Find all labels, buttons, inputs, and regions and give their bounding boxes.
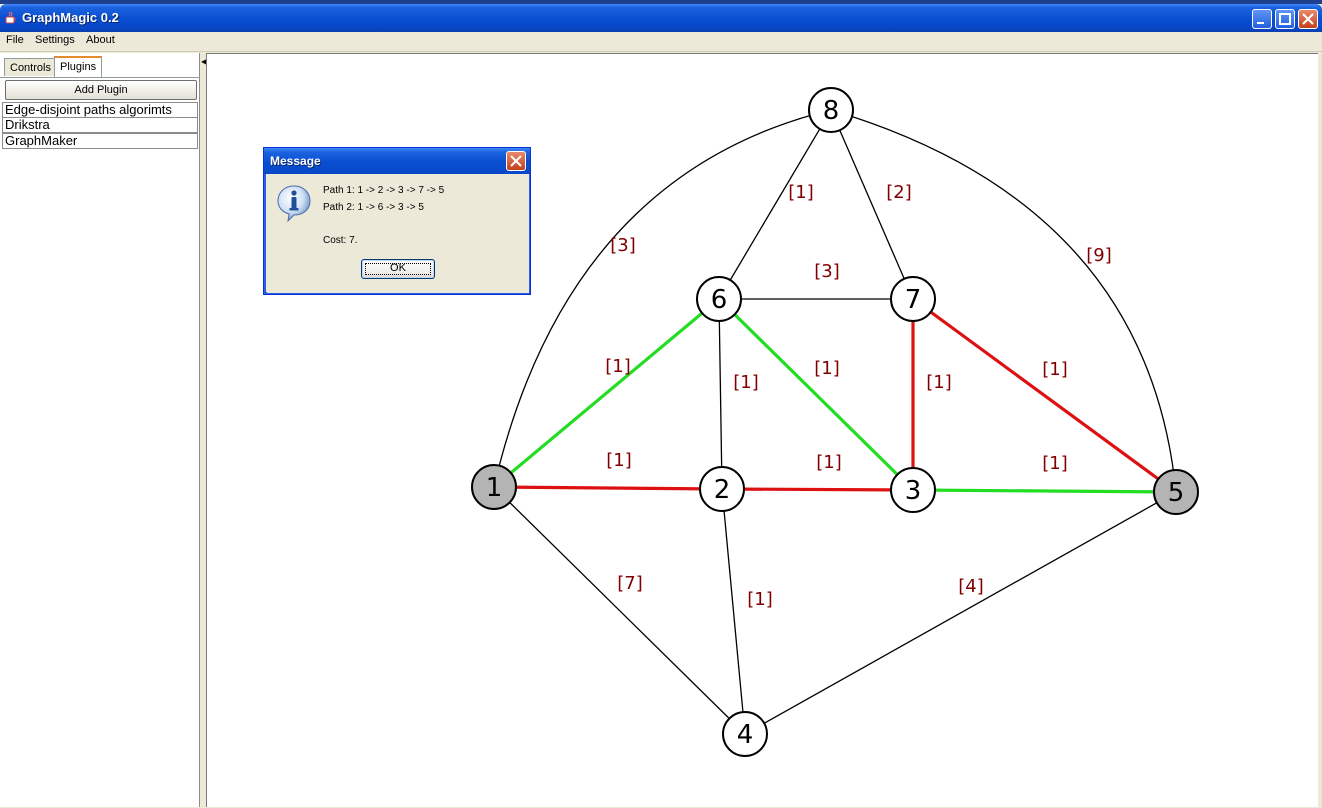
- graph-node-2[interactable]: 2: [699, 466, 745, 512]
- minimize-icon: [1257, 22, 1264, 24]
- graph-node-8[interactable]: 8: [808, 87, 854, 133]
- edge-1-2[interactable]: [493, 485, 723, 491]
- edge-weight-label-8-7: [2]: [886, 182, 912, 203]
- edge-weight-label-6-7: [3]: [814, 261, 840, 282]
- edge-weight-label-1-2: [1]: [606, 450, 632, 471]
- menu-settings[interactable]: Settings: [35, 34, 75, 46]
- minimize-button[interactable]: [1252, 9, 1272, 29]
- node-label-8: 8: [823, 96, 840, 126]
- maximize-icon: [1279, 13, 1291, 25]
- focus-ring: [365, 263, 431, 275]
- edge-2-4[interactable]: [721, 488, 746, 735]
- node-label-5: 5: [1168, 478, 1185, 508]
- edge-1-4[interactable]: [493, 486, 746, 735]
- tab-divider: [0, 77, 200, 78]
- graph-node-7[interactable]: 7: [890, 276, 936, 322]
- node-label-2: 2: [714, 475, 731, 505]
- add-plugin-button[interactable]: Add Plugin: [5, 80, 197, 100]
- edge-weight-label-2-4: [1]: [747, 589, 773, 610]
- title-bar[interactable]: GraphMagic 0.2: [0, 4, 1322, 32]
- plugin-item-edge-disjoint[interactable]: Edge-disjoint paths algorimts: [2, 102, 198, 118]
- tab-controls[interactable]: Controls: [4, 58, 57, 76]
- plugin-item-graphmaker[interactable]: GraphMaker: [2, 133, 198, 149]
- node-label-7: 7: [905, 285, 922, 315]
- message-line-path1: Path 1: 1 -> 2 -> 3 -> 7 -> 5: [323, 185, 445, 196]
- edge-weight-label-2-3: [1]: [816, 452, 842, 473]
- plugin-item-drikstra[interactable]: Drikstra: [2, 117, 198, 133]
- node-label-4: 4: [737, 720, 754, 750]
- info-icon: [277, 185, 311, 222]
- edge-2-3[interactable]: [721, 487, 914, 492]
- edge-weight-label-7-5: [1]: [1042, 359, 1068, 380]
- edge-weight-label-6-2: [1]: [733, 372, 759, 393]
- tab-plugins[interactable]: Plugins: [54, 56, 103, 78]
- maximize-button[interactable]: [1275, 9, 1295, 29]
- menu-about[interactable]: About: [86, 34, 115, 46]
- node-label-1: 1: [486, 473, 503, 503]
- graph-node-6[interactable]: 6: [696, 276, 742, 322]
- graph-node-3[interactable]: 3: [890, 467, 936, 513]
- dialog-title-bar[interactable]: Message: [264, 148, 530, 174]
- edge-weight-label-8-5: [9]: [1086, 245, 1112, 266]
- edge-weight-label-6-3: [1]: [814, 358, 840, 379]
- edge-weight-label-8-1: [3]: [610, 235, 636, 256]
- menu-bar: File Settings About: [0, 32, 1322, 52]
- close-button[interactable]: [1298, 9, 1318, 29]
- graph-node-4[interactable]: 4: [722, 711, 768, 757]
- window-title: GraphMagic 0.2: [22, 10, 119, 25]
- edge-weight-label-5-4: [4]: [958, 576, 984, 597]
- message-dialog: Message Path 1: 1 -> 2 -> 3 -> 7 -> 5 Pa…: [263, 147, 531, 295]
- edge-weight-label-1-4: [7]: [617, 573, 643, 594]
- edge-6-2[interactable]: [718, 298, 723, 490]
- close-icon: [1302, 13, 1314, 25]
- edge-8-7[interactable]: [830, 109, 914, 300]
- edge-weight-label-3-5: [1]: [1042, 453, 1068, 474]
- edge-8-5[interactable]: [830, 109, 1177, 493]
- node-label-6: 6: [711, 285, 728, 315]
- menu-file[interactable]: File: [6, 34, 24, 46]
- edge-weight-label-7-3: [1]: [926, 372, 952, 393]
- graph-node-5[interactable]: 5: [1153, 469, 1199, 515]
- graph-node-1[interactable]: 1: [471, 464, 517, 510]
- edge-weight-label-1-6: [1]: [605, 356, 631, 377]
- dialog-title: Message: [270, 154, 321, 168]
- edge-weight-label-8-6: [1]: [788, 182, 814, 203]
- app-window: GraphMagic 0.2 File Settings About Contr…: [0, 0, 1322, 807]
- edge-3-5[interactable]: [912, 488, 1177, 494]
- dialog-body: Path 1: 1 -> 2 -> 3 -> 7 -> 5 Path 2: 1 …: [267, 174, 529, 293]
- message-line-cost: Cost: 7.: [323, 235, 358, 246]
- node-label-3: 3: [905, 476, 922, 506]
- dialog-close-button[interactable]: [506, 151, 526, 171]
- close-icon: [510, 155, 522, 167]
- message-line-path2: Path 2: 1 -> 6 -> 3 -> 5: [323, 202, 424, 213]
- left-panel: Controls Plugins Add Plugin Edge-disjoin…: [0, 53, 200, 807]
- edge-5-4[interactable]: [744, 491, 1177, 735]
- ok-button[interactable]: OK: [361, 259, 435, 279]
- java-cup-icon: [5, 11, 16, 24]
